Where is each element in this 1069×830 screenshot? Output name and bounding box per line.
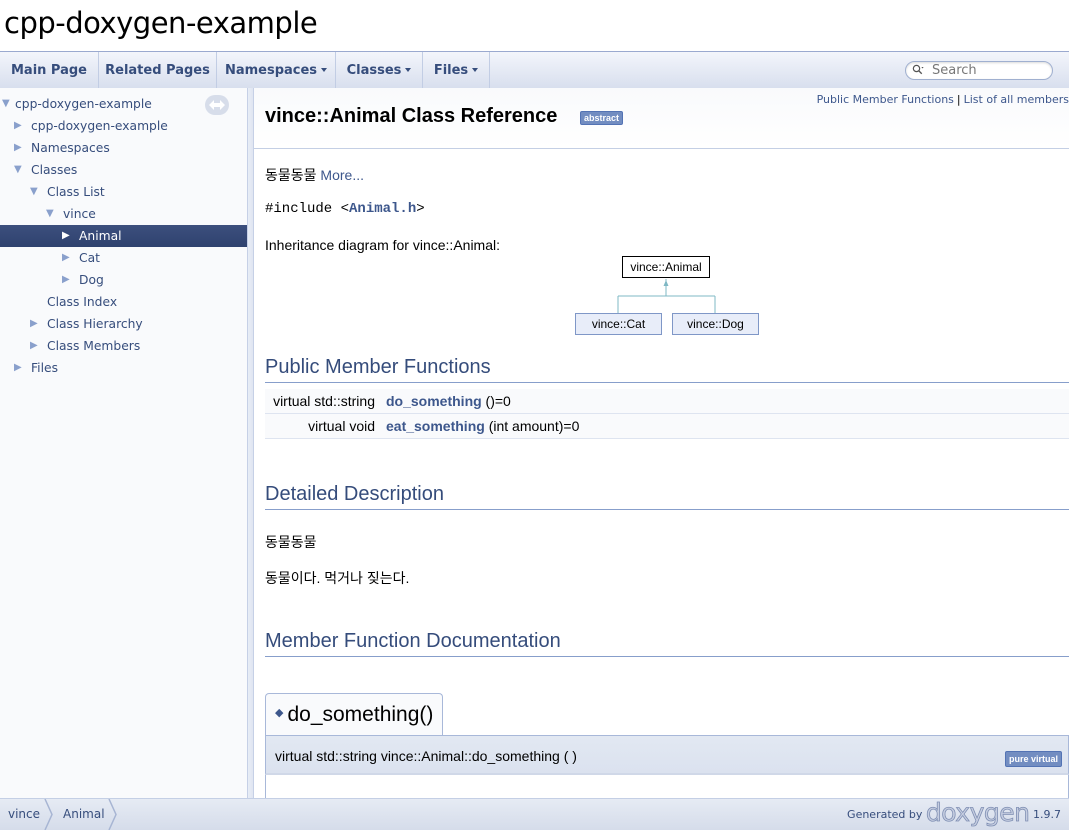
tree-item-label: cpp-doxygen-example <box>31 119 168 133</box>
member-args: (int amount)=0 <box>484 418 580 434</box>
triangle-right-icon[interactable]: ▶ <box>62 225 72 247</box>
triangle-down-icon[interactable]: ▼ <box>30 181 40 203</box>
triangle-right-icon[interactable]: ▶ <box>62 269 72 291</box>
chevron-down-icon <box>321 67 328 72</box>
doxygen-logo[interactable]: doxygen <box>926 798 1031 828</box>
nav-classes-label: Classes <box>346 63 402 78</box>
tree-item-label: Namespaces <box>31 141 110 155</box>
nav-files-label: Files <box>433 63 469 78</box>
tree-item-label: Classes <box>31 163 78 177</box>
tree-item-classes[interactable]: ▼ Classes <box>0 159 247 181</box>
section-detailed-description: Detailed Description <box>265 483 1069 510</box>
section-public-member-functions: Public Member Functions <box>265 356 1069 383</box>
tree-item-label: cpp-doxygen-example <box>15 97 152 111</box>
tree-item-dog[interactable]: ▶ Dog <box>0 269 247 291</box>
tree-item-label: Dog <box>79 273 104 287</box>
nav-main-page-label: Main Page <box>10 63 88 78</box>
tree-item-label: Class List <box>47 185 105 199</box>
title-area: cpp-doxygen-example <box>0 0 1069 51</box>
detailed-paragraph: 동물동물 <box>265 534 317 550</box>
nav-namespaces-label: Namespaces <box>224 63 318 78</box>
member-signature: eat_something (int amount)=0 <box>386 414 579 438</box>
sync-arrows-icon <box>209 100 225 110</box>
search-placeholder: Search <box>932 63 977 78</box>
breadcrumb: vince Animal Generated by doxygen 1.9.7 <box>0 798 1069 830</box>
nav-files[interactable]: Files <box>423 52 490 88</box>
tree-item-vince[interactable]: ▼ vince <box>0 203 247 225</box>
project-name: cpp-doxygen-example <box>4 6 318 40</box>
triangle-down-icon[interactable]: ▼ <box>2 93 12 115</box>
nav-classes[interactable]: Classes <box>336 52 423 88</box>
tree-item-class-index[interactable]: Class Index <box>0 291 247 313</box>
sync-toggle-button[interactable] <box>205 95 229 115</box>
tree-item-cat[interactable]: ▶ Cat <box>0 247 247 269</box>
member-doc-name: do_something() <box>287 703 434 726</box>
pure-virtual-badge: pure virtual <box>1004 751 1062 767</box>
section-member-function-documentation: Member Function Documentation <box>265 630 1069 657</box>
nav-related-pages-label: Related Pages <box>105 63 210 78</box>
breadcrumb-separator-icon <box>44 799 53 830</box>
tree-item-label: Cat <box>79 251 100 265</box>
tree-item-label: Class Members <box>47 339 141 353</box>
detailed-paragraph: 동물이다. 먹거나 짖는다. <box>265 570 410 586</box>
inheritance-connectors <box>617 279 716 313</box>
member-doc-title: ◆ do_something() <box>265 693 443 736</box>
doc-content: Public Member Functions | List of all memb… <box>254 88 1069 798</box>
nav-related-pages[interactable]: Related Pages <box>99 52 217 88</box>
member-doc-body <box>265 775 1069 798</box>
member-return-type: virtual void <box>308 418 375 434</box>
chevron-down-icon <box>405 67 412 72</box>
triangle-right-icon[interactable]: ▶ <box>62 247 72 269</box>
triangle-right-icon[interactable]: ▶ <box>14 137 24 159</box>
breadcrumb-separator-icon <box>108 799 117 830</box>
generated-by-text: Generated by <box>847 808 923 821</box>
search-icon <box>912 64 924 75</box>
tree-item-class-members[interactable]: ▶ Class Members <box>0 335 247 357</box>
member-link-eat-something[interactable]: eat_something <box>386 418 485 434</box>
tree-item-label: Animal <box>79 229 122 243</box>
breadcrumb-item-vince[interactable]: vince <box>8 799 40 830</box>
triangle-right-icon[interactable]: ▶ <box>30 313 40 335</box>
tree-item-files[interactable]: ▶ Files <box>0 357 247 379</box>
prototype-text: virtual std::string vince::Animal::do_so… <box>275 748 577 764</box>
nav-main-page[interactable]: Main Page <box>0 52 99 88</box>
diagram-node-dog[interactable]: vince::Dog <box>672 313 759 335</box>
member-args: ()=0 <box>481 393 511 409</box>
nav-namespaces[interactable]: Namespaces <box>217 52 336 88</box>
doxygen-version: 1.9.7 <box>1033 808 1061 821</box>
search-input[interactable]: Search <box>905 61 1053 80</box>
generated-by: Generated by doxygen 1.9.7 <box>847 798 1061 830</box>
member-signature: do_something ()=0 <box>386 389 511 413</box>
member-return-type: virtual std::string <box>273 393 375 409</box>
member-row: virtual void eat_something (int amount)=… <box>265 414 1069 439</box>
triangle-down-icon[interactable]: ▼ <box>46 203 56 225</box>
triangle-right-icon[interactable]: ▶ <box>14 357 24 379</box>
member-doc-prototype: virtual std::string vince::Animal::do_so… <box>265 735 1069 775</box>
diagram-node-cat[interactable]: vince::Cat <box>575 313 662 335</box>
diamond-icon[interactable]: ◆ <box>275 707 283 719</box>
inheritance-arrow-icon <box>663 280 669 286</box>
tree-item-label: vince <box>63 207 96 221</box>
tree-item-namespaces[interactable]: ▶ Namespaces <box>0 137 247 159</box>
tree-item-label: Class Hierarchy <box>47 317 143 331</box>
triangle-right-icon[interactable]: ▶ <box>14 115 24 137</box>
chevron-down-icon <box>472 67 479 72</box>
tree-item-label: Files <box>31 361 58 375</box>
member-row: virtual std::string do_something ()=0 <box>265 389 1069 414</box>
tree-item-project-page[interactable]: ▶ cpp-doxygen-example <box>0 115 247 137</box>
tree-item-class-list[interactable]: ▼ Class List <box>0 181 247 203</box>
tree-item-animal[interactable]: ▶ Animal <box>0 225 247 247</box>
tree-item-class-hierarchy[interactable]: ▶ Class Hierarchy <box>0 313 247 335</box>
member-link-do-something[interactable]: do_something <box>386 393 482 409</box>
tree-item-label: Class Index <box>47 295 118 309</box>
nav-tree: ▼ cpp-doxygen-example ▶ cpp-doxygen-exampl… <box>0 88 248 798</box>
breadcrumb-item-animal[interactable]: Animal <box>63 799 105 830</box>
triangle-right-icon[interactable]: ▶ <box>30 335 40 357</box>
main-navbar: Main Page Related Pages Namespaces Class… <box>0 51 1069 89</box>
triangle-down-icon[interactable]: ▼ <box>14 159 24 181</box>
diagram-node-animal[interactable]: vince::Animal <box>622 256 710 278</box>
